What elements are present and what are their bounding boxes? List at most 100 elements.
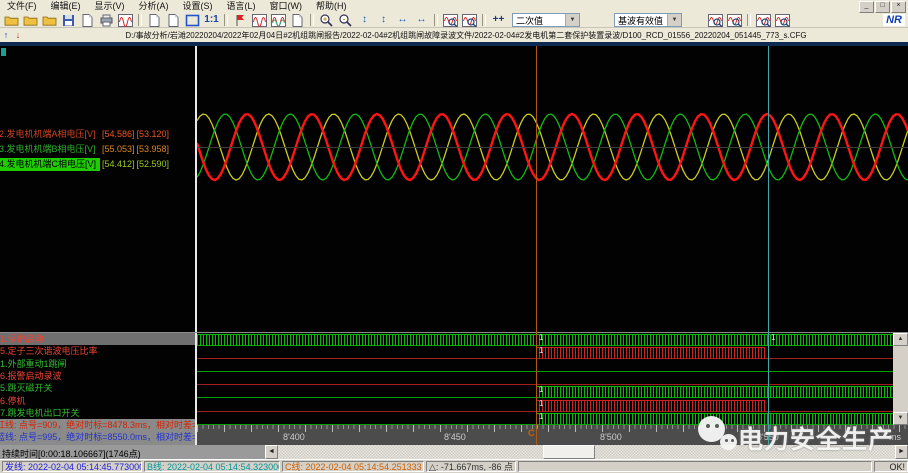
- fullscreen-icon[interactable]: [183, 13, 202, 28]
- status-delta: △: -71.667ms, -86 点: [426, 461, 516, 472]
- chevron-down-icon[interactable]: ▼: [667, 14, 681, 26]
- digital-high-segment: [536, 347, 765, 359]
- nav-up-icon[interactable]: ↑: [0, 30, 12, 40]
- time-scrollbar[interactable]: ◄ ►: [265, 445, 908, 459]
- scroll-right-icon[interactable]: ►: [895, 445, 908, 459]
- menu-e[interactable]: 编辑(E): [44, 1, 88, 11]
- analog-channel-row[interactable]: 2.发电机机端A相电压[V][54.586][53.120]: [0, 128, 169, 141]
- print-icon[interactable]: [97, 13, 116, 28]
- report-icon[interactable]: [288, 13, 307, 28]
- amp-shrink-icon[interactable]: ↕: [374, 13, 393, 28]
- state-1-label: 1: [771, 334, 775, 342]
- scroll-left-icon[interactable]: ◄: [265, 445, 278, 459]
- close-button[interactable]: ×: [891, 1, 906, 13]
- state-1-label: 1: [539, 400, 543, 408]
- recent-files-icon[interactable]: [40, 13, 59, 28]
- menu-a[interactable]: 分析(A): [132, 1, 176, 11]
- digital-high-segment: [536, 413, 893, 425]
- menu-h[interactable]: 帮助(H): [309, 1, 354, 11]
- wave-overlay-icon[interactable]: [250, 13, 269, 28]
- digital-baseline: [197, 384, 893, 385]
- red-cursor-line[interactable]: [536, 46, 537, 445]
- scrollbar-thumb[interactable]: [543, 445, 595, 459]
- open-folder-icon[interactable]: [21, 13, 40, 28]
- wave-analysis-window: 文件(F)编辑(E)显示(V)分析(A)设置(S)语言(L)窗口(W)帮助(H)…: [0, 0, 908, 473]
- page-preview-icon[interactable]: [164, 13, 183, 28]
- analog-channel-label: 2.发电机机端A相电压[V]: [0, 128, 100, 141]
- analog-channel-row[interactable]: 3.发电机机端B相电压[V][55.053][53.958]: [0, 143, 169, 156]
- state-1-label: 1: [539, 347, 543, 355]
- wave-view-icon[interactable]: [116, 13, 135, 28]
- toolbar-separator: [482, 14, 486, 26]
- toolbar-separator: [747, 14, 751, 26]
- toolbar-separator: [310, 14, 314, 26]
- minimize-button[interactable]: _: [859, 1, 874, 13]
- time-shrink-icon[interactable]: ↔: [412, 13, 431, 28]
- digital-baseline: [197, 371, 893, 372]
- scroll-down-icon[interactable]: ▼: [893, 412, 908, 425]
- cursor-value: [52.590]: [137, 158, 170, 171]
- digital-channel-row[interactable]: 6.停机: [0, 395, 195, 407]
- copy-icon[interactable]: [145, 13, 164, 28]
- blue-cursor-info: 蓝线: 点号=995，绝对时标=8550.0ms，相对时差=8610.0ms: [0, 431, 195, 443]
- analog-channel-list: 2.发电机机端A相电压[V][54.586][53.120] 3.发电机机端B相电…: [0, 46, 195, 332]
- digital-channel-row[interactable]: 1.外部重动1跳闸: [0, 358, 195, 370]
- cursor-info-panel: 红线: 点号=909，绝对时标=8478.3ms，相对时差=8538.3ms 蓝…: [0, 419, 195, 445]
- svg-text:+: +: [323, 16, 327, 23]
- zoom-wave-icon[interactable]: [441, 13, 460, 28]
- one-to-one-icon: 1:1: [204, 15, 218, 25]
- chevron-down-icon[interactable]: ▼: [565, 14, 579, 26]
- digital-channel-row[interactable]: 7.跳发电机出口开关: [0, 407, 195, 419]
- wave-grid-icon[interactable]: [269, 13, 288, 28]
- digital-channel-row[interactable]: 6.报警启动录波: [0, 370, 195, 382]
- open-file-icon[interactable]: [2, 13, 21, 28]
- cursor-value: [53.958]: [137, 143, 170, 156]
- digital-scrollbar[interactable]: ▲ ▼: [893, 333, 908, 425]
- wave-zoom-c-icon[interactable]: [754, 13, 773, 28]
- zoom-in-icon[interactable]: +: [317, 13, 336, 28]
- status-ok: OK!: [874, 461, 908, 472]
- time-expand-icon[interactable]: ↔: [393, 13, 412, 28]
- menu-v[interactable]: 显示(V): [88, 1, 132, 11]
- marker-flag-icon[interactable]: [231, 13, 250, 28]
- menu-s[interactable]: 设置(S): [176, 1, 220, 11]
- waveform-canvas[interactable]: [197, 46, 908, 333]
- blue-cursor-line[interactable]: [768, 46, 769, 445]
- export-icon[interactable]: [78, 13, 97, 28]
- digital-channel-row[interactable]: 1.保护启动: [0, 333, 195, 345]
- status-start-time: 发线: 2022-02-04 05:14:45.773000: [2, 461, 142, 472]
- wave-zoom-b-icon[interactable]: [725, 13, 744, 28]
- digital-trace-area[interactable]: 111111: [197, 333, 893, 425]
- calc-mode-dropdown[interactable]: 基波有效值 ▼: [614, 13, 682, 27]
- nr-logo: NR: [883, 14, 905, 26]
- menu-w[interactable]: 窗口(W): [263, 1, 310, 11]
- analog-channel-label: 3.发电机机端B相电压[V]: [0, 143, 100, 156]
- digital-channel-row[interactable]: 5.定子三次谐波电压比率: [0, 345, 195, 357]
- menu-f[interactable]: 文件(F): [0, 1, 44, 11]
- section-divider: [0, 332, 908, 333]
- digital-high-segment: [197, 334, 893, 346]
- panel-divider: [195, 46, 197, 445]
- zoom-out-icon[interactable]: -: [336, 13, 355, 28]
- wave-zoom-a-icon[interactable]: [706, 13, 725, 28]
- move-cursor-icon: ++: [493, 15, 505, 25]
- axis-tick-label: 8'450: [444, 432, 466, 442]
- wave-zoom-d-icon[interactable]: [773, 13, 792, 28]
- value-mode-selected: 二次值: [513, 14, 565, 27]
- status-c-cursor-time: C线: 2022-02-04 05:14:54.251333: [282, 461, 424, 472]
- value-mode-dropdown[interactable]: 二次值 ▼: [512, 13, 580, 27]
- scroll-up-icon[interactable]: ▲: [893, 333, 908, 346]
- menu-l[interactable]: 语言(L): [220, 1, 263, 11]
- nav-down-icon[interactable]: ↓: [12, 30, 24, 40]
- status-spacer: [518, 461, 872, 472]
- maximize-button[interactable]: □: [875, 1, 890, 13]
- zoom-region-icon[interactable]: [460, 13, 479, 28]
- cursor-value: [54.586]: [102, 128, 135, 141]
- one-to-one-icon[interactable]: 1:1: [202, 13, 221, 28]
- analog-channel-row[interactable]: 4.发电机机端C相电压[V][54.412][52.590]: [0, 158, 169, 171]
- digital-channel-row[interactable]: 5.跳灭磁开关: [0, 382, 195, 394]
- move-cursor-icon[interactable]: ++: [489, 13, 508, 28]
- amp-expand-icon[interactable]: ↕: [355, 13, 374, 28]
- save-icon[interactable]: [59, 13, 78, 28]
- cursor-value: [54.412]: [102, 158, 135, 171]
